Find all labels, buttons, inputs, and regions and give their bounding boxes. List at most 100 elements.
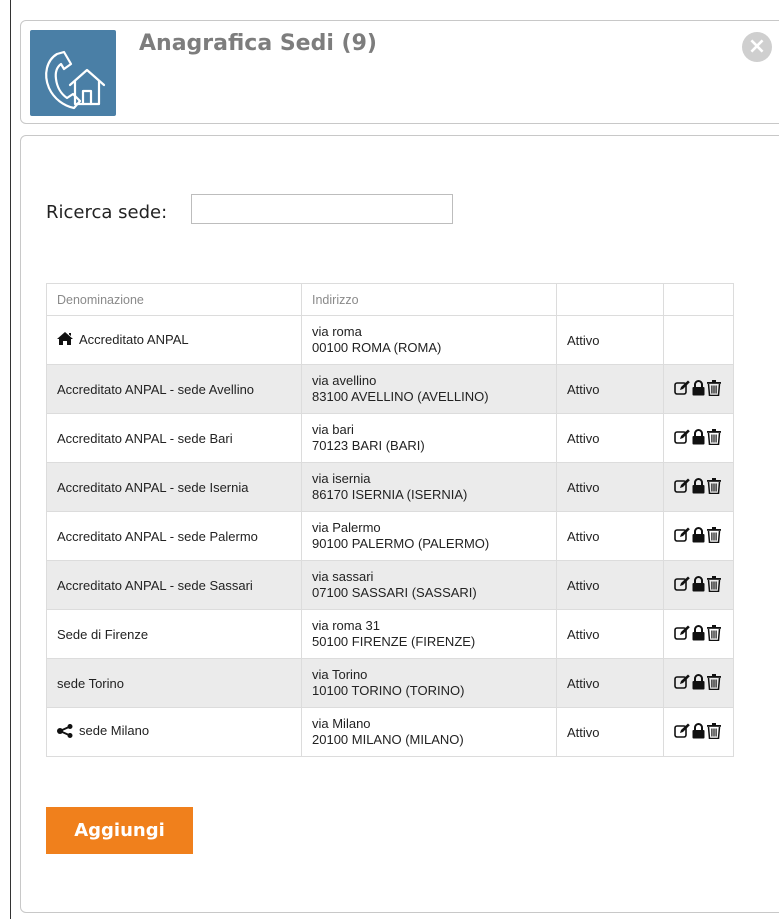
lock-icon[interactable] [692, 526, 705, 546]
lock-icon[interactable] [692, 673, 705, 693]
lock-icon[interactable] [692, 624, 705, 644]
edit-icon[interactable] [674, 674, 690, 693]
table-row[interactable]: Accreditato ANPAL - sede Isernia via ise… [46, 462, 734, 512]
row-city: 70123 BARI (BARI) [312, 438, 425, 453]
row-street: via roma 31 [312, 618, 380, 633]
cell-actions [663, 707, 734, 757]
lock-icon[interactable] [692, 379, 705, 399]
row-status: Attivo [556, 560, 664, 610]
row-status: Attivo [556, 364, 664, 414]
row-street: via avellino [312, 373, 377, 388]
table-row[interactable]: sede Torino via Torino 10100 TORINO (TOR… [46, 658, 734, 708]
row-name: Accreditato ANPAL [79, 331, 189, 347]
trash-icon[interactable] [707, 575, 721, 595]
cell-actions [663, 560, 734, 610]
edit-icon[interactable] [674, 576, 690, 595]
cell-actions [663, 364, 734, 414]
row-street: via sassari [312, 569, 374, 584]
cell-address: via bari 70123 BARI (BARI) [301, 413, 557, 463]
table-row[interactable]: Accreditato ANPAL - sede Avellino via av… [46, 364, 734, 414]
row-status: Attivo [556, 511, 664, 561]
cell-address: via Milano 20100 MILANO (MILANO) [301, 707, 557, 757]
cell-actions [663, 315, 734, 365]
lock-icon[interactable] [692, 575, 705, 595]
cell-actions [663, 511, 734, 561]
content-panel: Ricerca sede: Denominazione Indirizzo Ac… [20, 135, 779, 913]
table-header-row: Denominazione Indirizzo [46, 283, 734, 316]
add-button[interactable]: Aggiungi [46, 807, 193, 854]
row-name: Accreditato ANPAL - sede Isernia [46, 462, 302, 512]
logo-phone-house-icon [30, 30, 116, 116]
close-button[interactable]: × [742, 32, 772, 62]
window-edge [10, 0, 11, 919]
cell-address: via roma 31 50100 FIRENZE (FIRENZE) [301, 609, 557, 659]
search-label: Ricerca sede: [46, 202, 168, 223]
row-status: Attivo [556, 462, 664, 512]
cell-address: via isernia 86170 ISERNIA (ISERNIA) [301, 462, 557, 512]
cell-address: via Torino 10100 TORINO (TORINO) [301, 658, 557, 708]
row-city: 50100 FIRENZE (FIRENZE) [312, 634, 476, 649]
table-row[interactable]: Accreditato ANPAL - sede Sassari via sas… [46, 560, 734, 610]
cell-name: sede Milano [46, 707, 302, 757]
table-row[interactable]: sede Milano via Milano 20100 MILANO (MIL… [46, 707, 734, 757]
column-header-actions [663, 283, 734, 316]
edit-icon[interactable] [674, 723, 690, 742]
row-status: Attivo [556, 315, 664, 365]
row-name: Accreditato ANPAL - sede Sassari [46, 560, 302, 610]
trash-icon[interactable] [707, 379, 721, 399]
row-city: 07100 SASSARI (SASSARI) [312, 585, 477, 600]
edit-icon[interactable] [674, 625, 690, 644]
edit-icon[interactable] [674, 380, 690, 399]
row-name: Accreditato ANPAL - sede Palermo [46, 511, 302, 561]
row-city: 86170 ISERNIA (ISERNIA) [312, 487, 468, 502]
lock-icon[interactable] [692, 722, 705, 742]
share-icon [57, 723, 73, 741]
row-street: via Milano [312, 716, 371, 731]
trash-icon[interactable] [707, 722, 721, 742]
edit-icon[interactable] [674, 527, 690, 546]
column-header-status [556, 283, 664, 316]
lock-icon[interactable] [692, 477, 705, 497]
row-city: 83100 AVELLINO (AVELLINO) [312, 389, 489, 404]
table-row[interactable]: Accreditato ANPAL - sede Bari via bari 7… [46, 413, 734, 463]
row-street: via Palermo [312, 520, 381, 535]
dialog-title: Anagrafica Sedi (9) [139, 31, 377, 56]
row-city: 00100 ROMA (ROMA) [312, 340, 442, 355]
row-street: via roma [312, 324, 362, 339]
trash-icon[interactable] [707, 673, 721, 693]
row-street: via Torino [312, 667, 368, 682]
cell-actions [663, 413, 734, 463]
table-row[interactable]: Accreditato ANPAL via roma 00100 ROMA (R… [46, 315, 734, 365]
row-city: 90100 PALERMO (PALERMO) [312, 536, 490, 551]
sedi-table: Denominazione Indirizzo Accreditato ANPA… [46, 283, 734, 757]
row-name: Sede di Firenze [46, 609, 302, 659]
table-row[interactable]: Sede di Firenze via roma 31 50100 FIRENZ… [46, 609, 734, 659]
table-row[interactable]: Accreditato ANPAL - sede Palermo via Pal… [46, 511, 734, 561]
row-city: 20100 MILANO (MILANO) [312, 732, 464, 747]
cell-address: via Palermo 90100 PALERMO (PALERMO) [301, 511, 557, 561]
column-header-indirizzo[interactable]: Indirizzo [301, 283, 557, 316]
row-status: Attivo [556, 609, 664, 659]
edit-icon[interactable] [674, 478, 690, 497]
cell-actions [663, 658, 734, 708]
trash-icon[interactable] [707, 526, 721, 546]
search-input[interactable] [191, 194, 453, 224]
cell-address: via avellino 83100 AVELLINO (AVELLINO) [301, 364, 557, 414]
row-status: Attivo [556, 658, 664, 708]
cell-actions [663, 609, 734, 659]
trash-icon[interactable] [707, 477, 721, 497]
row-name: sede Milano [79, 723, 150, 739]
column-header-denominazione[interactable]: Denominazione [46, 283, 302, 316]
trash-icon[interactable] [707, 428, 721, 448]
edit-icon[interactable] [674, 429, 690, 448]
cell-name: Accreditato ANPAL [46, 315, 302, 365]
row-name: Accreditato ANPAL - sede Bari [46, 413, 302, 463]
row-street: via bari [312, 422, 354, 437]
dialog-header: Anagrafica Sedi (9) × [20, 20, 779, 124]
trash-icon[interactable] [707, 624, 721, 644]
lock-icon[interactable] [692, 428, 705, 448]
row-street: via isernia [312, 471, 371, 486]
row-name: Accreditato ANPAL - sede Avellino [46, 364, 302, 414]
row-status: Attivo [556, 413, 664, 463]
home-icon [57, 332, 73, 348]
